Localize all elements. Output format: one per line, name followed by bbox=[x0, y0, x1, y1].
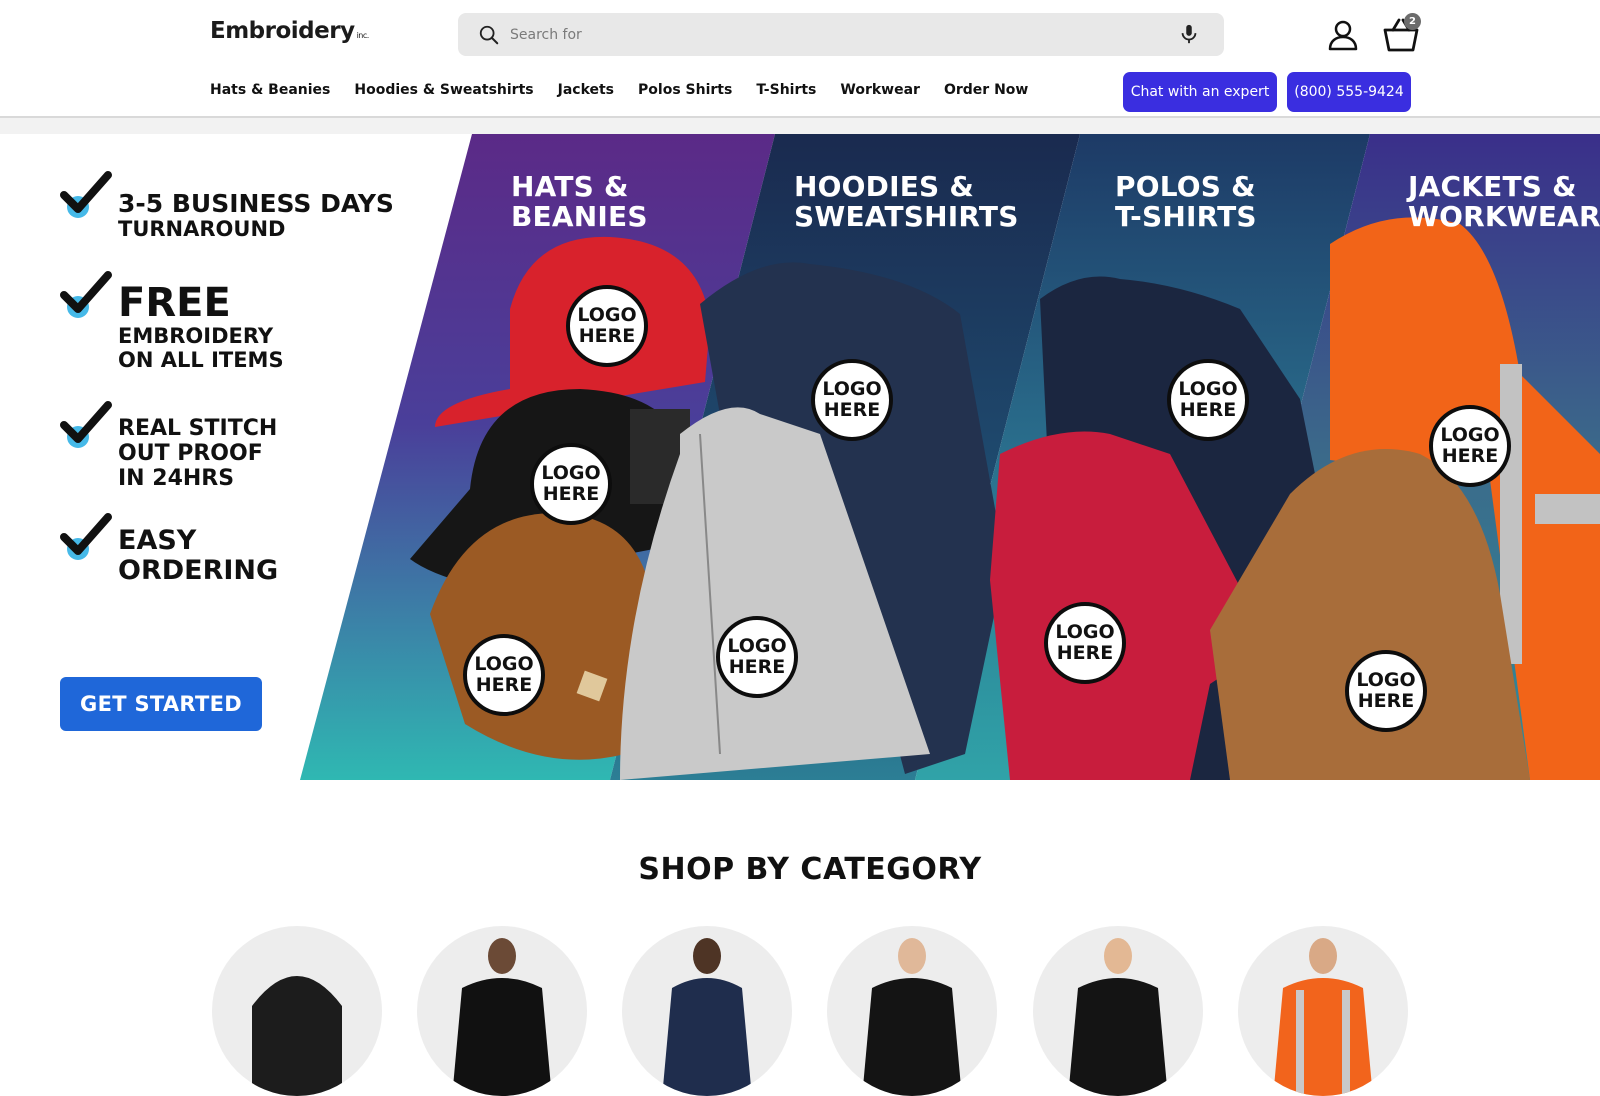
get-started-button[interactable]: GET STARTED bbox=[60, 677, 262, 731]
category-t-shirts[interactable] bbox=[1033, 926, 1203, 1096]
benefit-easy-line2: ORDERING bbox=[118, 555, 279, 586]
panel-title-hats: HATS & BEANIES bbox=[511, 172, 648, 232]
nav-item-hats-beanies[interactable]: Hats & Beanies bbox=[210, 82, 330, 98]
cart-count-badge: 2 bbox=[1404, 13, 1421, 30]
category-workwear[interactable] bbox=[1238, 926, 1408, 1096]
logo-placeholder-polo: LOGO HERE bbox=[1044, 602, 1126, 684]
benefit-free-line3: ON ALL ITEMS bbox=[118, 348, 284, 372]
header-divider bbox=[0, 118, 1600, 134]
checkmark-icon bbox=[60, 271, 112, 318]
category-polos[interactable] bbox=[827, 926, 997, 1096]
checkmark-icon bbox=[60, 513, 112, 560]
panel-title-polos: POLOS & T-SHIRTS bbox=[1115, 172, 1257, 232]
nav-item-order-now[interactable]: Order Now bbox=[944, 82, 1028, 98]
benefit-stitch-line3: IN 24HRS bbox=[118, 466, 235, 491]
site-header: Embroideryinc. 2 Hats & Beanies Hoodies … bbox=[0, 0, 1600, 118]
panel-title-hoodies-line1: HOODIES & bbox=[794, 170, 974, 203]
logo-placeholder-beanie: LOGO HERE bbox=[463, 634, 545, 716]
cart-button[interactable]: 2 bbox=[1381, 13, 1421, 54]
search-input[interactable] bbox=[510, 13, 1110, 56]
category-jackets[interactable] bbox=[622, 926, 792, 1096]
panel-title-jackets: JACKETS & WORKWEAR bbox=[1408, 172, 1600, 232]
logo-placeholder-henley: LOGO HERE bbox=[1167, 359, 1249, 441]
jacket-model-image bbox=[662, 938, 752, 1096]
benefit-easy-ordering: EASY ORDERING bbox=[60, 512, 278, 586]
logo-text: Embroidery bbox=[210, 18, 355, 44]
benefit-turnaround-line2: TURNAROUND bbox=[118, 217, 286, 241]
panel-title-hats-line2: BEANIES bbox=[511, 200, 648, 233]
logo-placeholder-black-cap: LOGO HERE bbox=[530, 443, 612, 525]
phone-button[interactable]: (800) 555-9424 bbox=[1287, 72, 1411, 112]
panel-title-hoodies: HOODIES & SWEATSHIRTS bbox=[794, 172, 1019, 232]
hi-vis-model-image bbox=[1273, 938, 1373, 1096]
benefit-free-embroidery: FREE EMBROIDERY ON ALL ITEMS bbox=[60, 270, 284, 372]
logo-placeholder-sweatshirt: LOGO HERE bbox=[811, 359, 893, 441]
benefit-turnaround-line1: 3-5 BUSINESS DAYS bbox=[118, 189, 394, 218]
nav-item-t-shirts[interactable]: T-Shirts bbox=[756, 82, 816, 98]
main-nav: Hats & Beanies Hoodies & Sweatshirts Jac… bbox=[210, 82, 1052, 98]
hoodie-model-image bbox=[452, 938, 552, 1096]
nav-item-polos-shirts[interactable]: Polos Shirts bbox=[638, 82, 732, 98]
logo-placeholder-red-cap: LOGO HERE bbox=[566, 285, 648, 367]
shop-by-category-title: SHOP BY CATEGORY bbox=[638, 852, 982, 887]
nav-item-jackets[interactable]: Jackets bbox=[558, 82, 614, 98]
checkmark-icon bbox=[60, 401, 112, 448]
benefit-free-line2: EMBROIDERY bbox=[118, 324, 274, 348]
benefit-free-line1: FREE bbox=[118, 280, 231, 326]
benefit-stitch-proof: REAL STITCH OUT PROOF IN 24HRS bbox=[60, 400, 277, 491]
logo-placeholder-hoodie: LOGO HERE bbox=[716, 616, 798, 698]
logo-placeholder-work-jacket: LOGO HERE bbox=[1345, 650, 1427, 732]
benefit-turnaround: 3-5 BUSINESS DAYS TURNAROUND bbox=[60, 170, 394, 241]
checkmark-icon bbox=[60, 171, 112, 218]
benefit-stitch-line1: REAL STITCH bbox=[118, 416, 278, 441]
tshirt-model-image bbox=[1068, 938, 1168, 1096]
panel-title-hats-line1: HATS & bbox=[511, 170, 629, 203]
site-logo[interactable]: Embroidery inc. bbox=[210, 18, 369, 44]
panel-title-hoodies-line2: SWEATSHIRTS bbox=[794, 200, 1019, 233]
chat-with-expert-button[interactable]: Chat with an expert bbox=[1123, 72, 1277, 112]
search-icon[interactable] bbox=[478, 24, 500, 46]
benefit-stitch-line2: OUT PROOF bbox=[118, 441, 263, 466]
benefit-easy-line1: EASY bbox=[118, 525, 197, 556]
nav-item-hoodies-sweatshirts[interactable]: Hoodies & Sweatshirts bbox=[354, 82, 533, 98]
panel-title-jackets-line1: JACKETS & bbox=[1408, 170, 1577, 203]
panel-title-polos-line1: POLOS & bbox=[1115, 170, 1256, 203]
nav-item-workwear[interactable]: Workwear bbox=[840, 82, 920, 98]
logo-suffix: inc. bbox=[356, 31, 370, 40]
microphone-icon[interactable] bbox=[1178, 23, 1200, 45]
logo-placeholder-hi-vis-jacket: LOGO HERE bbox=[1429, 405, 1511, 487]
category-beanie[interactable] bbox=[212, 926, 382, 1096]
search-bar bbox=[458, 13, 1224, 56]
hero-banner[interactable]: HATS & BEANIES HOODIES & SWEATSHIRTS POL… bbox=[0, 134, 1600, 780]
panel-title-polos-line2: T-SHIRTS bbox=[1115, 200, 1257, 233]
category-hoodies[interactable] bbox=[417, 926, 587, 1096]
beanie-image bbox=[252, 976, 342, 1096]
polo-model-image bbox=[862, 938, 962, 1096]
account-icon[interactable] bbox=[1326, 18, 1360, 52]
panel-title-jackets-line2: WORKWEAR bbox=[1408, 200, 1600, 233]
